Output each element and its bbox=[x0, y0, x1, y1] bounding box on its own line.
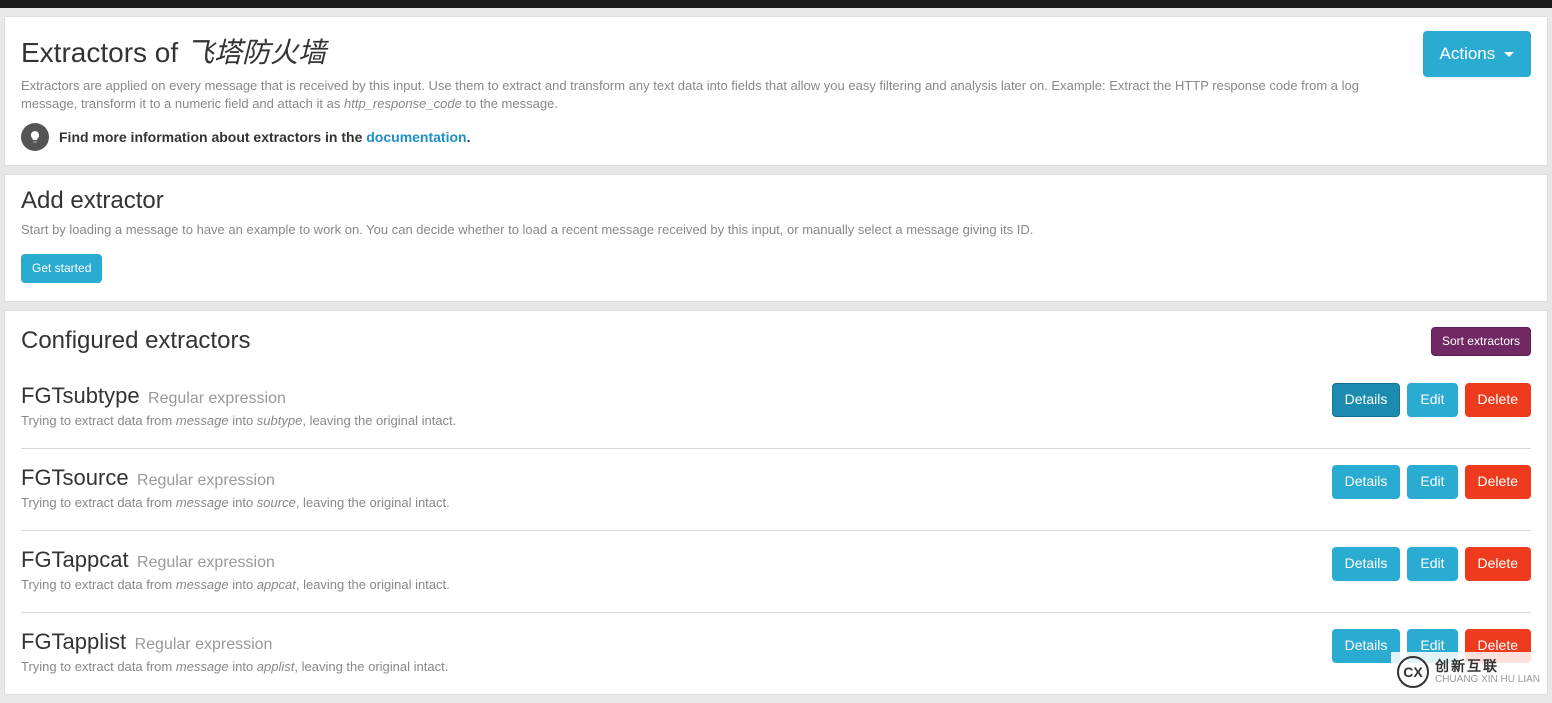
edit-button[interactable]: Edit bbox=[1407, 383, 1457, 417]
extractor-description: Trying to extract data from message into… bbox=[21, 659, 448, 674]
title-prefix: Extractors of bbox=[21, 37, 186, 68]
extractor-name: FGTsource bbox=[21, 465, 129, 490]
watermark: CX 创新互联 CHUANG XIN HU LIAN bbox=[1391, 652, 1546, 692]
delete-button[interactable]: Delete bbox=[1465, 383, 1531, 417]
extractor-name: FGTapplist bbox=[21, 629, 126, 654]
info-callout: Find more information about extractors i… bbox=[21, 123, 1405, 151]
edit-button[interactable]: Edit bbox=[1407, 465, 1457, 499]
title-input-name: 飞塔防火墙 bbox=[186, 37, 326, 68]
extractor-type: Regular expression bbox=[130, 636, 272, 653]
extractor-type: Regular expression bbox=[133, 472, 275, 489]
extractor-type: Regular expression bbox=[144, 390, 286, 407]
chevron-down-icon bbox=[1504, 52, 1514, 57]
extractor-description: Trying to extract data from message into… bbox=[21, 495, 450, 510]
extractor-description: Trying to extract data from message into… bbox=[21, 413, 456, 428]
page-title: Extractors of 飞塔防火墙 bbox=[21, 31, 1405, 71]
callout-text: Find more information about extractors i… bbox=[59, 129, 470, 145]
header-panel: Extractors of 飞塔防火墙 Extractors are appli… bbox=[4, 16, 1548, 166]
add-extractor-description: Start by loading a message to have an ex… bbox=[21, 221, 1531, 239]
details-button[interactable]: Details bbox=[1332, 383, 1401, 417]
lightbulb-icon bbox=[21, 123, 49, 151]
actions-button[interactable]: Actions bbox=[1423, 31, 1531, 77]
configured-extractors-panel: Configured extractors Sort extractors FG… bbox=[4, 310, 1548, 695]
watermark-logo-icon: CX bbox=[1397, 656, 1429, 688]
add-extractor-title: Add extractor bbox=[21, 187, 1531, 215]
extractor-item: FGTsource Regular expression Trying to ex… bbox=[21, 448, 1531, 530]
page-description: Extractors are applied on every message … bbox=[21, 77, 1405, 113]
add-extractor-panel: Add extractor Start by loading a message… bbox=[4, 174, 1548, 301]
extractor-name: FGTsubtype bbox=[21, 383, 140, 408]
extractor-description: Trying to extract data from message into… bbox=[21, 577, 450, 592]
details-button[interactable]: Details bbox=[1332, 547, 1401, 581]
top-bar bbox=[0, 0, 1552, 8]
sort-extractors-button[interactable]: Sort extractors bbox=[1431, 327, 1531, 356]
details-button[interactable]: Details bbox=[1332, 465, 1401, 499]
extractor-item: FGTsubtype Regular expression Trying to e… bbox=[21, 374, 1531, 448]
get-started-button[interactable]: Get started bbox=[21, 254, 102, 283]
extractor-type: Regular expression bbox=[133, 554, 275, 571]
extractor-item: FGTapplist Regular expression Trying to e… bbox=[21, 612, 1531, 694]
delete-button[interactable]: Delete bbox=[1465, 465, 1531, 499]
documentation-link[interactable]: documentation bbox=[366, 129, 466, 145]
delete-button[interactable]: Delete bbox=[1465, 547, 1531, 581]
extractor-name: FGTappcat bbox=[21, 547, 129, 572]
configured-extractors-title: Configured extractors bbox=[21, 327, 250, 355]
extractor-item: FGTappcat Regular expression Trying to ex… bbox=[21, 530, 1531, 612]
edit-button[interactable]: Edit bbox=[1407, 547, 1457, 581]
